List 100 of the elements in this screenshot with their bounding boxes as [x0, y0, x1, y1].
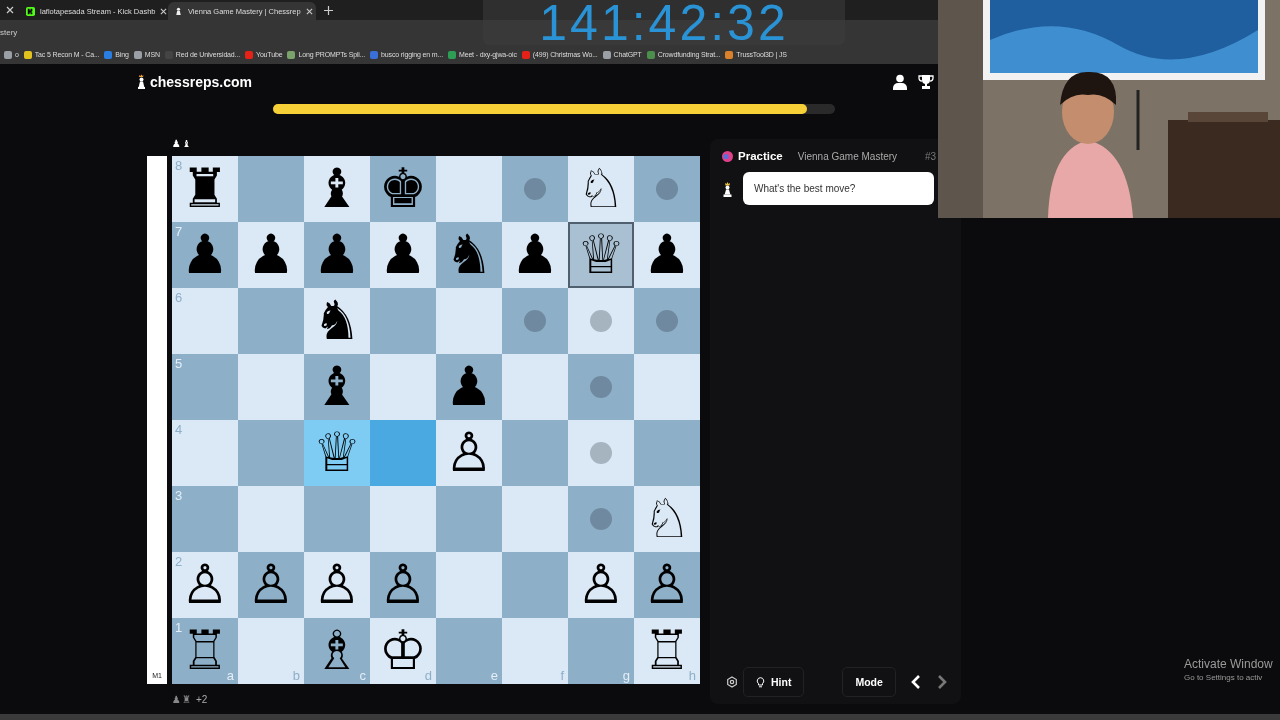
chess-piece[interactable]: ♟	[312, 226, 362, 284]
board-square[interactable]	[370, 288, 436, 354]
move-dot[interactable]	[590, 376, 612, 398]
chevron-left-icon[interactable]	[909, 674, 922, 690]
chess-piece[interactable]: ♟	[246, 226, 296, 284]
chess-piece[interactable]: ♞	[312, 292, 362, 350]
chess-piece[interactable]: ♟	[510, 226, 560, 284]
chess-piece[interactable]: ♝	[312, 358, 362, 416]
trophy-icon[interactable]	[918, 73, 934, 90]
close-icon[interactable]	[160, 7, 168, 15]
user-icon[interactable]	[892, 73, 908, 90]
board-square[interactable]	[502, 486, 568, 552]
mode-button[interactable]: Mode	[842, 667, 896, 697]
chess-piece[interactable]: ♙	[576, 556, 626, 614]
close-icon[interactable]	[305, 7, 313, 15]
chess-piece[interactable]: ♙	[246, 556, 296, 614]
chess-piece[interactable]: ♘	[642, 490, 692, 548]
lightbulb-icon	[756, 676, 765, 688]
board-square[interactable]	[436, 156, 502, 222]
board-square[interactable]: ♟	[238, 222, 304, 288]
board-square[interactable]: ♘	[568, 156, 634, 222]
new-tab-icon[interactable]	[324, 6, 333, 15]
board-square[interactable]: ♞	[436, 222, 502, 288]
board-square[interactable]	[238, 486, 304, 552]
move-dot[interactable]	[590, 442, 612, 464]
board-square[interactable]	[568, 486, 634, 552]
chess-piece[interactable]: ♚	[378, 160, 428, 218]
chess-piece[interactable]: ♙	[378, 556, 428, 614]
move-dot[interactable]	[590, 508, 612, 530]
board-square[interactable]	[502, 354, 568, 420]
board-square[interactable]: ♕	[568, 222, 634, 288]
site-logo[interactable]: chessreps.com	[150, 73, 252, 90]
chess-piece[interactable]: ♟	[378, 226, 428, 284]
board-square[interactable]: ♝	[304, 354, 370, 420]
move-dot[interactable]	[656, 310, 678, 332]
chess-piece[interactable]: ♕	[576, 226, 626, 284]
board-square[interactable]	[502, 288, 568, 354]
chess-piece[interactable]: ♞	[444, 226, 494, 284]
board-square[interactable]: ♝	[304, 156, 370, 222]
close-icon[interactable]	[6, 6, 14, 14]
board-square[interactable]: ♟	[304, 222, 370, 288]
board-square[interactable]: ♟	[634, 222, 700, 288]
chess-piece[interactable]: ♝	[312, 160, 362, 218]
chess-piece[interactable]: ♕	[312, 424, 362, 482]
board-square[interactable]: ♙	[634, 552, 700, 618]
chess-piece[interactable]: ♙	[642, 556, 692, 614]
move-dot[interactable]	[590, 310, 612, 332]
board-square[interactable]	[238, 288, 304, 354]
rank-label: 6	[175, 290, 183, 305]
board-square[interactable]	[238, 420, 304, 486]
move-dot[interactable]	[524, 178, 546, 200]
board-square[interactable]: ♞	[304, 288, 370, 354]
board-square[interactable]	[634, 156, 700, 222]
board-square[interactable]: ♕	[304, 420, 370, 486]
chess-piece[interactable]: ♟	[444, 358, 494, 416]
file-label: c	[359, 668, 366, 683]
board-square[interactable]	[502, 552, 568, 618]
board-square[interactable]	[238, 156, 304, 222]
activation-subtitle: Go to Settings to activ	[1184, 673, 1264, 682]
board-square[interactable]	[436, 486, 502, 552]
file-label: e	[490, 668, 498, 683]
file-label: f	[560, 668, 564, 683]
board-square[interactable]: ♙	[568, 552, 634, 618]
board-square[interactable]	[634, 288, 700, 354]
board-square[interactable]: ♟	[370, 222, 436, 288]
board-square[interactable]	[370, 354, 436, 420]
board-square[interactable]	[436, 288, 502, 354]
board-square[interactable]: ♙	[238, 552, 304, 618]
board-square[interactable]	[502, 156, 568, 222]
mode-title: Practice	[738, 150, 783, 162]
board-square[interactable]	[436, 552, 502, 618]
rank-label: 5	[175, 356, 183, 371]
board-square[interactable]: ♚	[370, 156, 436, 222]
settings-icon[interactable]	[726, 676, 738, 688]
chess-piece[interactable]: ♟	[642, 226, 692, 284]
board-square[interactable]	[238, 354, 304, 420]
pawn-icon	[174, 6, 183, 16]
board-square[interactable]	[568, 354, 634, 420]
board-square[interactable]: ♟	[502, 222, 568, 288]
board-square[interactable]	[568, 288, 634, 354]
move-dot[interactable]	[656, 178, 678, 200]
chess-piece[interactable]: ♙	[444, 424, 494, 482]
board-square[interactable]: ♙	[304, 552, 370, 618]
board-square[interactable]	[370, 486, 436, 552]
board-square[interactable]	[634, 420, 700, 486]
board-square[interactable]	[634, 354, 700, 420]
board-square[interactable]: ♙	[436, 420, 502, 486]
board-square[interactable]: ♟	[436, 354, 502, 420]
board-square[interactable]	[304, 486, 370, 552]
board-square[interactable]	[370, 420, 436, 486]
board-square[interactable]: ♙	[370, 552, 436, 618]
chess-piece[interactable]: ♙	[312, 556, 362, 614]
chess-piece[interactable]: ♙	[180, 556, 230, 614]
chess-piece[interactable]: ♘	[576, 160, 626, 218]
hint-button[interactable]: Hint	[743, 667, 805, 697]
move-dot[interactable]	[524, 310, 546, 332]
board-square[interactable]	[502, 420, 568, 486]
rank-label: 1	[175, 620, 183, 635]
board-square[interactable]: ♘	[634, 486, 700, 552]
board-square[interactable]	[568, 420, 634, 486]
